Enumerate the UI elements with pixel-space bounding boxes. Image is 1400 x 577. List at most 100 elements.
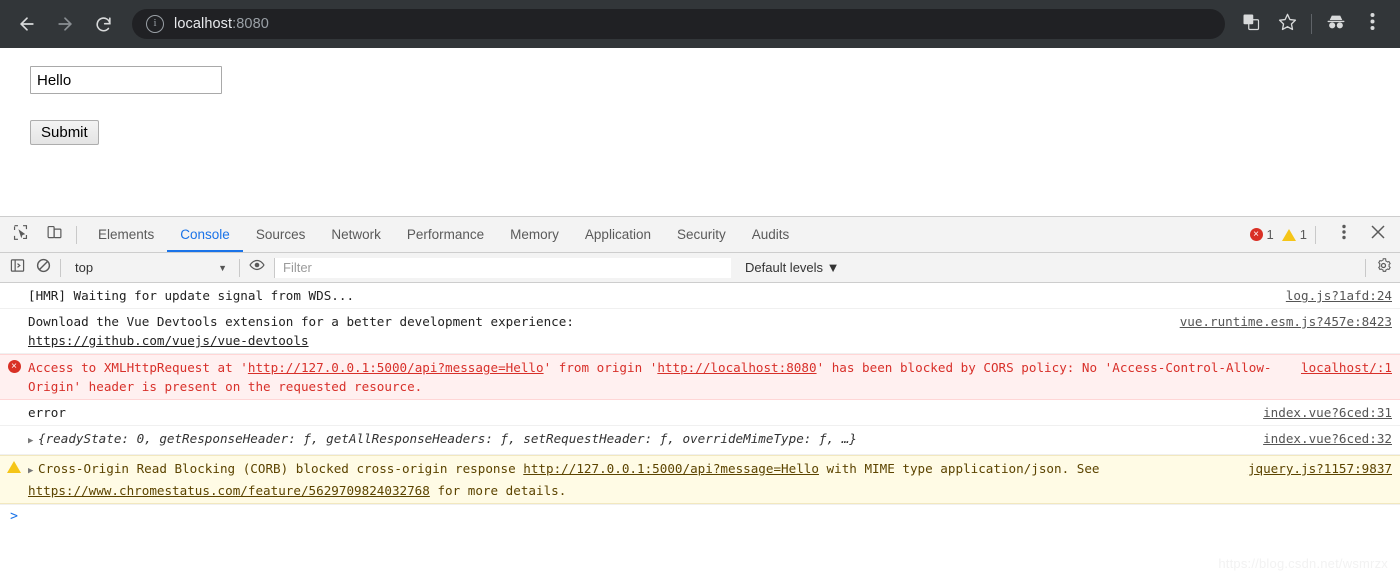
- warning-icon: [1281, 228, 1296, 241]
- info-circle-icon[interactable]: i: [146, 15, 164, 33]
- chromestatus-link[interactable]: https://www.chromestatus.com/feature/562…: [28, 483, 430, 498]
- reload-button[interactable]: [86, 7, 120, 41]
- console-sidebar-icon: [10, 258, 25, 278]
- warning-count-label: 1: [1299, 227, 1307, 242]
- inspect-element-button[interactable]: [6, 221, 34, 249]
- log-levels-select[interactable]: Default levels ▼: [745, 260, 840, 275]
- warning-count-badge[interactable]: 1: [1281, 227, 1307, 242]
- error-part-2: ' from origin ': [543, 360, 658, 375]
- reload-icon: [94, 15, 113, 34]
- url-host: localhost: [174, 16, 233, 32]
- message-gutter: [0, 312, 28, 350]
- chrome-menu-button[interactable]: [1354, 7, 1390, 41]
- close-icon: [1371, 225, 1385, 244]
- back-arrow-icon: [17, 14, 37, 34]
- forward-button[interactable]: [48, 7, 82, 41]
- execution-context-select[interactable]: top ▼: [65, 260, 235, 275]
- browser-toolbar: i localhost:8080 G: [0, 0, 1400, 48]
- console-message-log[interactable]: [HMR] Waiting for update signal from WDS…: [0, 283, 1400, 309]
- message-text: Download the Vue Devtools extension for …: [28, 312, 1168, 350]
- source-link[interactable]: index.vue?6ced:31: [1263, 405, 1392, 420]
- three-dot-menu-icon: [1342, 224, 1346, 245]
- expand-triangle-icon[interactable]: ▶: [28, 432, 38, 451]
- console-message-log[interactable]: error index.vue?6ced:31: [0, 400, 1400, 426]
- submit-button[interactable]: Submit: [30, 120, 99, 145]
- message-text: [HMR] Waiting for update signal from WDS…: [28, 288, 355, 303]
- device-toolbar-button[interactable]: [40, 221, 68, 249]
- message-source[interactable]: index.vue?6ced:32: [1251, 429, 1392, 451]
- page-viewport: Submit: [0, 48, 1400, 216]
- tab-memory[interactable]: Memory: [497, 217, 572, 252]
- console-messages[interactable]: [HMR] Waiting for update signal from WDS…: [0, 283, 1400, 577]
- address-bar[interactable]: i localhost:8080: [132, 9, 1225, 39]
- origin-url-link[interactable]: http://localhost:8080: [657, 360, 816, 375]
- tab-performance[interactable]: Performance: [394, 217, 497, 252]
- vue-devtools-link[interactable]: https://github.com/vuejs/vue-devtools: [28, 333, 309, 348]
- source-link[interactable]: index.vue?6ced:32: [1263, 431, 1392, 446]
- devtools-close-button[interactable]: [1364, 221, 1392, 249]
- tab-security[interactable]: Security: [664, 217, 739, 252]
- blocked-url-link[interactable]: http://127.0.0.1:5000/api?message=Hello: [523, 461, 819, 476]
- chevron-down-icon: ▼: [218, 262, 227, 273]
- request-url-link[interactable]: http://127.0.0.1:5000/api?message=Hello: [248, 360, 544, 375]
- incognito-profile-button[interactable]: [1318, 7, 1354, 41]
- console-message-object[interactable]: ▶ {readyState: 0, getResponseHeader: ƒ, g…: [0, 426, 1400, 455]
- message-source[interactable]: localhost/:1: [1289, 358, 1392, 396]
- message-source[interactable]: index.vue?6ced:31: [1251, 403, 1392, 422]
- translate-button[interactable]: G: [1233, 7, 1269, 41]
- tab-console[interactable]: Console: [167, 217, 243, 252]
- warn-part-2: with MIME type application/json. See: [818, 461, 1100, 476]
- message-gutter: [0, 429, 28, 451]
- clear-console-icon: [36, 258, 51, 278]
- message-source[interactable]: jquery.js?1157:9837: [1236, 459, 1392, 500]
- gear-icon: [1376, 257, 1391, 278]
- svg-text:G: G: [1245, 17, 1250, 24]
- expand-triangle-icon[interactable]: ▶: [28, 462, 38, 481]
- devtools-menu-button[interactable]: [1330, 221, 1358, 249]
- message-text: ▶ Cross-Origin Read Blocking (CORB) block…: [28, 459, 1236, 500]
- back-button[interactable]: [10, 7, 44, 41]
- live-expression-icon: [249, 257, 265, 278]
- warn-part-3: for more details.: [429, 483, 567, 498]
- error-count-badge[interactable]: × 1: [1249, 227, 1274, 242]
- bookmark-button[interactable]: [1269, 7, 1305, 41]
- status-divider: [1315, 225, 1316, 244]
- forward-arrow-icon: [55, 14, 75, 34]
- console-message-error[interactable]: × Access to XMLHttpRequest at 'http://12…: [0, 354, 1400, 400]
- tab-elements[interactable]: Elements: [85, 217, 167, 252]
- source-link[interactable]: jquery.js?1157:9837: [1248, 461, 1392, 476]
- message-text: error: [28, 405, 66, 420]
- message-source[interactable]: log.js?1afd:24: [1274, 286, 1392, 305]
- device-toolbar-icon: [46, 224, 63, 246]
- prompt-caret-icon: >: [10, 509, 18, 524]
- console-message-warning[interactable]: ▶ Cross-Origin Read Blocking (CORB) block…: [0, 455, 1400, 504]
- console-message-log[interactable]: Download the Vue Devtools extension for …: [0, 309, 1400, 354]
- console-settings-button[interactable]: [1370, 256, 1396, 280]
- error-count-label: 1: [1266, 227, 1274, 242]
- tab-audits[interactable]: Audits: [739, 217, 803, 252]
- console-filter-input[interactable]: [274, 257, 731, 278]
- incognito-icon: [1325, 12, 1347, 37]
- console-toolbar-divider-3: [1365, 258, 1366, 277]
- tab-sources[interactable]: Sources: [243, 217, 319, 252]
- source-link[interactable]: log.js?1afd:24: [1286, 288, 1392, 303]
- live-expression-button[interactable]: [244, 256, 270, 280]
- browser-actions: G: [1233, 7, 1390, 41]
- screen-root: i localhost:8080 G Hello Submit Elements…: [0, 0, 1400, 577]
- message-input[interactable]: [30, 66, 222, 94]
- message-line-1: Download the Vue Devtools extension for …: [28, 314, 574, 329]
- devtools-panel: Elements Console Sources Network Perform…: [0, 216, 1400, 577]
- console-sidebar-button[interactable]: [4, 256, 30, 280]
- error-part-1: Access to XMLHttpRequest at ': [28, 360, 248, 375]
- source-link[interactable]: vue.runtime.esm.js?457e:8423: [1180, 314, 1392, 329]
- message-gutter: [0, 286, 28, 305]
- message-text: Access to XMLHttpRequest at 'http://127.…: [28, 358, 1289, 396]
- tab-application[interactable]: Application: [572, 217, 664, 252]
- source-link[interactable]: localhost/:1: [1301, 360, 1392, 375]
- inspect-element-icon: [12, 224, 29, 246]
- tab-network[interactable]: Network: [318, 217, 394, 252]
- devtools-tabbar: Elements Console Sources Network Perform…: [0, 217, 1400, 253]
- clear-console-button[interactable]: [30, 256, 56, 280]
- message-source[interactable]: vue.runtime.esm.js?457e:8423: [1168, 312, 1392, 350]
- console-prompt[interactable]: >: [0, 504, 1400, 524]
